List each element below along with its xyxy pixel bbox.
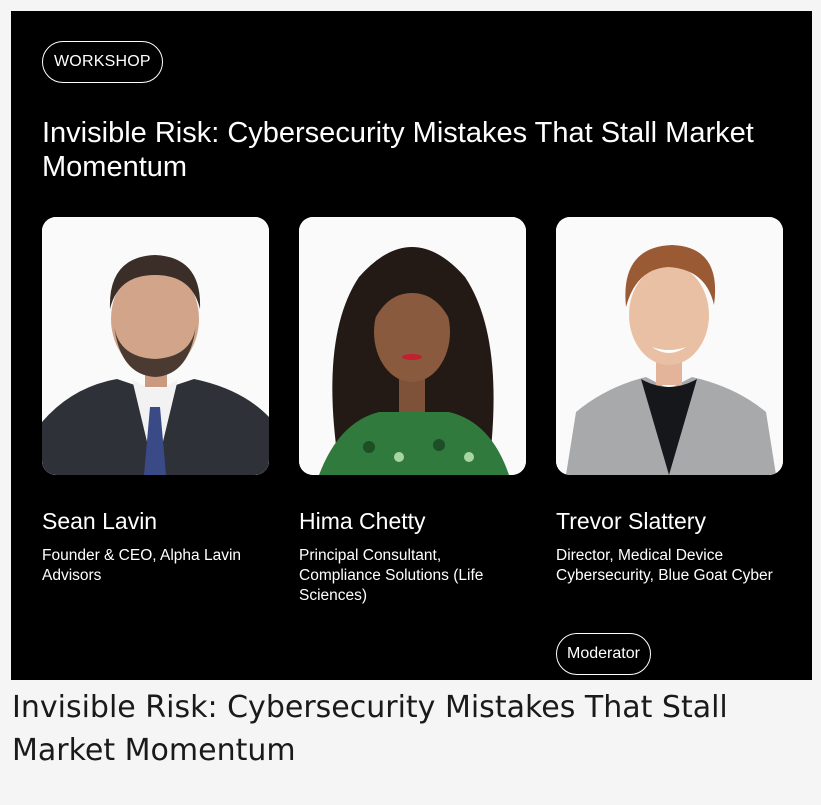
speaker-card-2: Hima Chetty Principal Consultant, Compli… [299, 217, 527, 606]
speaker-portrait-icon [299, 217, 526, 475]
speaker-card-3: Trevor Slattery Director, Medical Device… [556, 217, 784, 586]
event-card[interactable]: WORKSHOP Invisible Risk: Cybersecurity M… [11, 11, 812, 680]
speaker-card-1: Sean Lavin Founder & CEO, Alpha Lavin Ad… [42, 217, 270, 586]
speaker-photo-trevor-slattery [556, 217, 783, 475]
speaker-name: Trevor Slattery [556, 508, 706, 534]
speaker-role: Founder & CEO, Alpha Lavin Advisors [42, 547, 242, 584]
moderator-badge: Moderator [556, 633, 651, 675]
event-caption[interactable]: Invisible Risk: Cybersecurity Mistakes T… [12, 686, 802, 772]
speaker-portrait-icon [556, 217, 783, 475]
speaker-role: Director, Medical Device Cybersecurity, … [556, 547, 773, 584]
speaker-photo-hima-chetty [299, 217, 526, 475]
speaker-photo-sean-lavin [42, 217, 269, 475]
speaker-name: Hima Chetty [299, 508, 426, 534]
speaker-name: Sean Lavin [42, 508, 158, 534]
workshop-badge: WORKSHOP [42, 41, 163, 83]
event-title: Invisible Risk: Cybersecurity Mistakes T… [42, 117, 754, 183]
speaker-role: Principal Consultant, Compliance Solutio… [299, 547, 484, 604]
speaker-portrait-icon [42, 217, 269, 475]
